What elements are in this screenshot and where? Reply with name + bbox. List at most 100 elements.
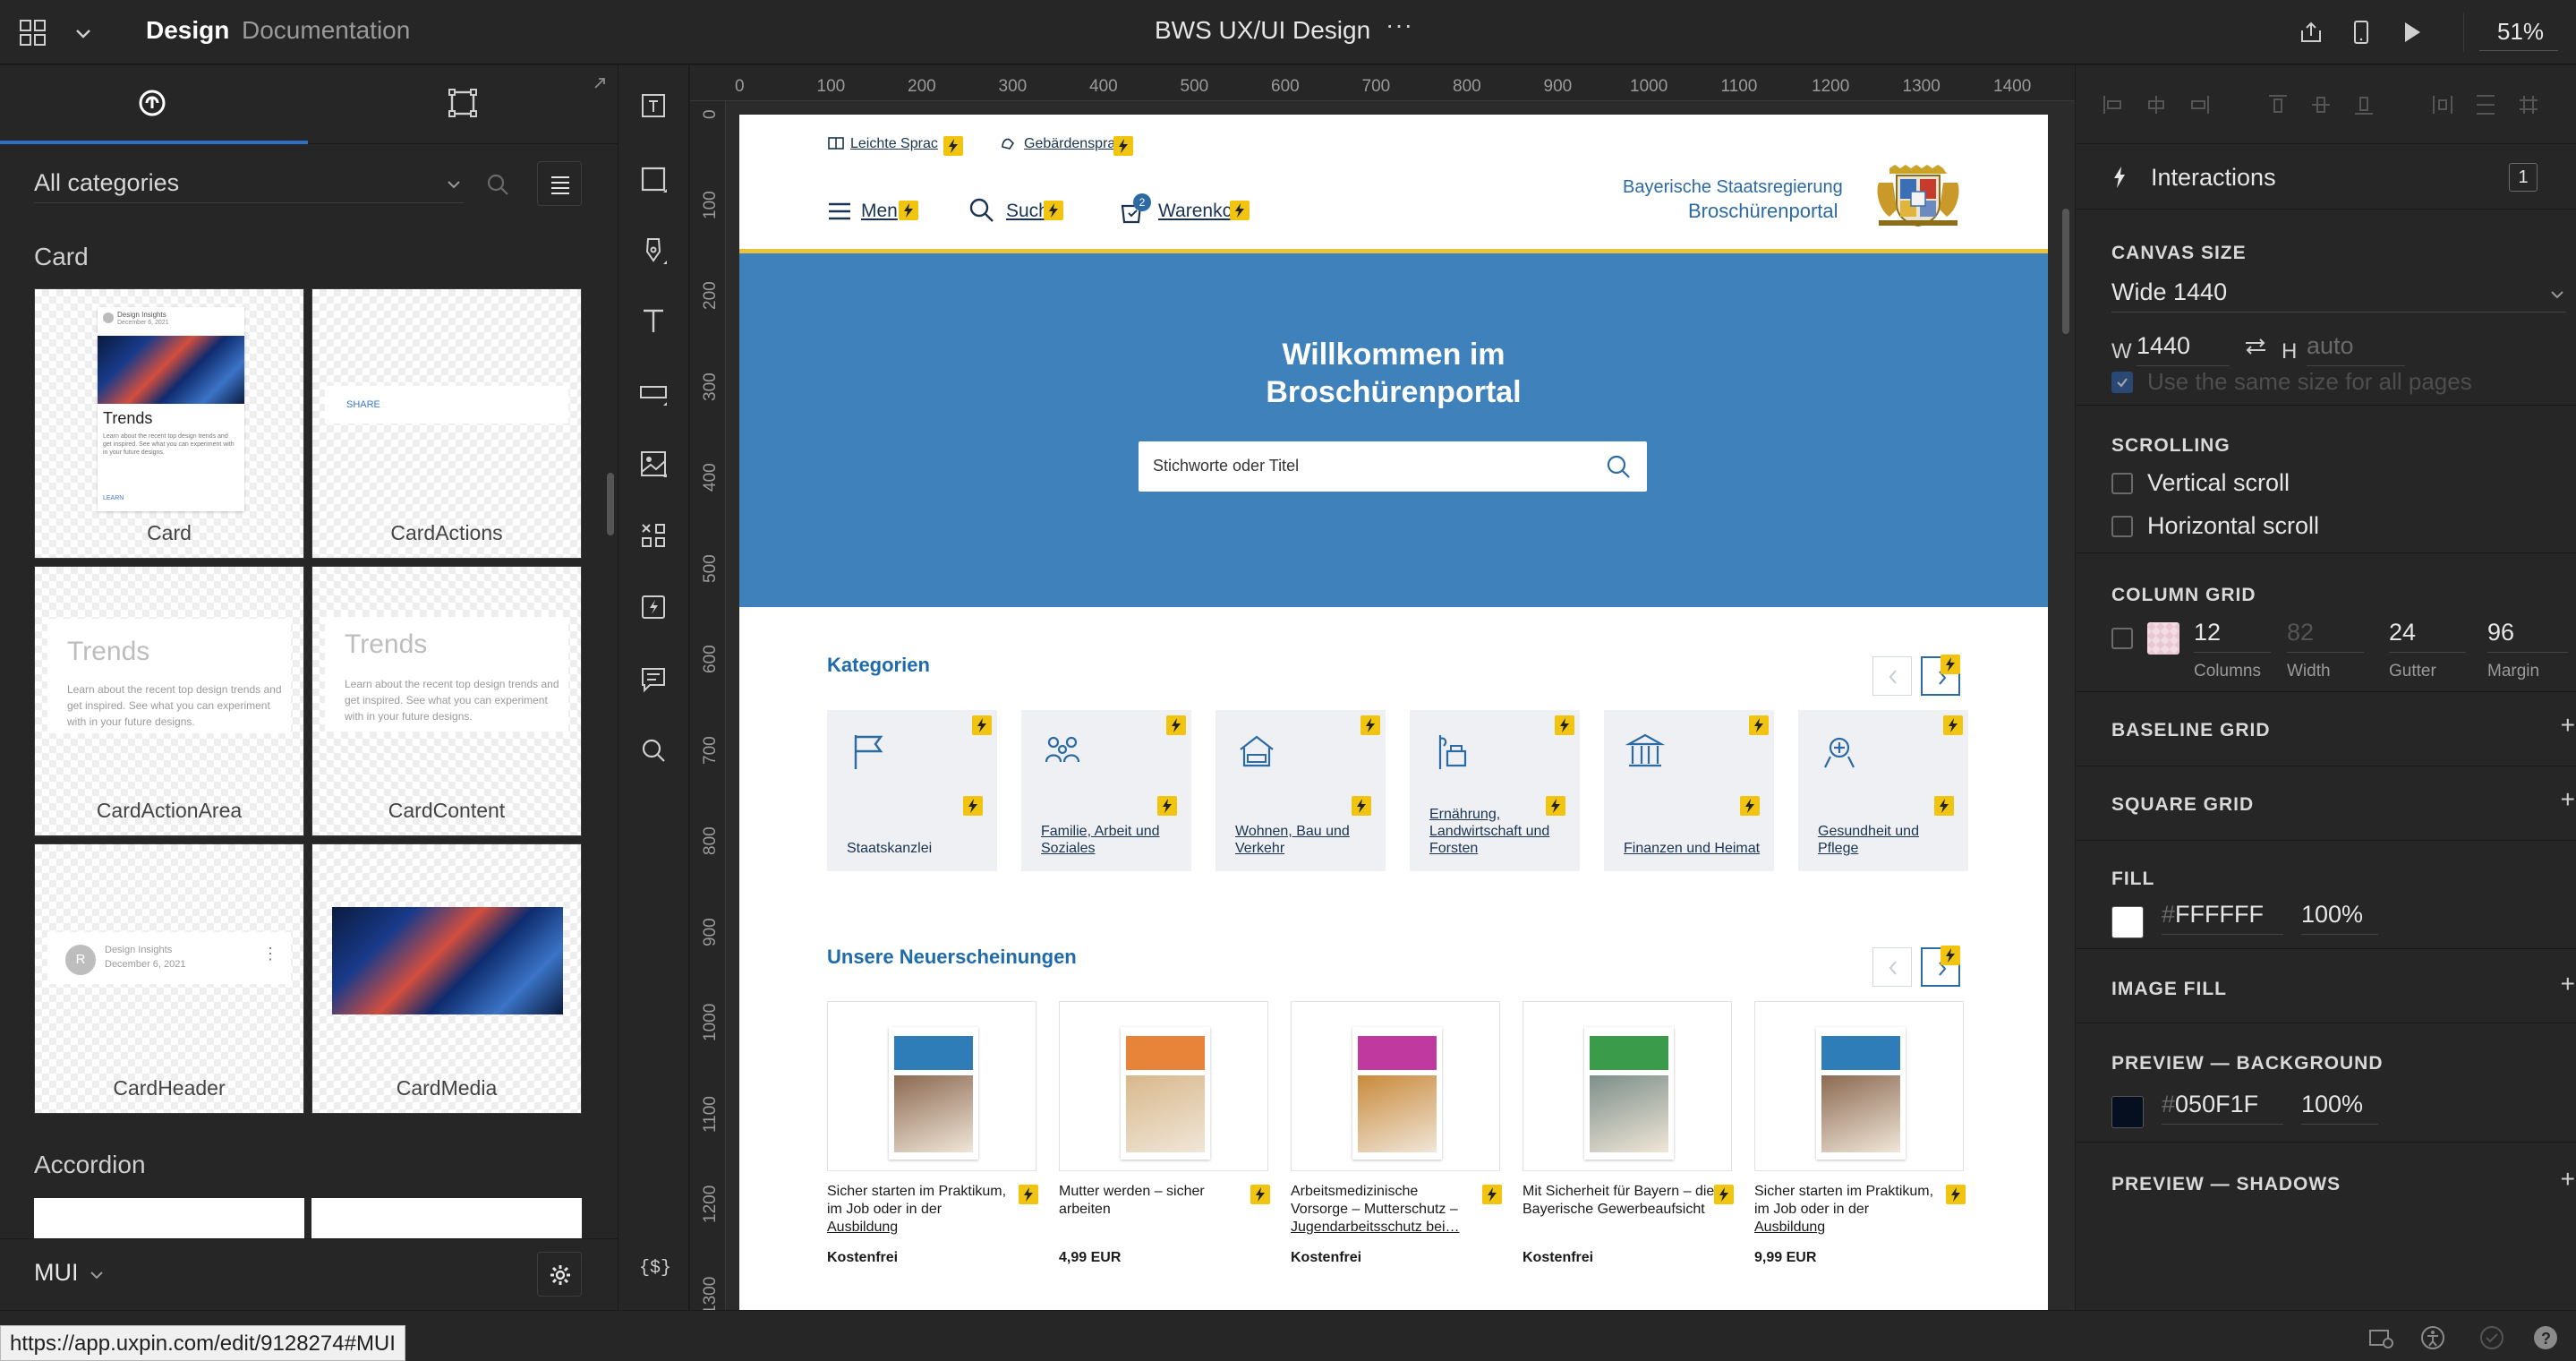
align-center-horizontal-icon[interactable] [2144, 92, 2169, 117]
category-card[interactable]: Wohnen, Bau und Verkehr [1215, 710, 1386, 871]
grid-color-swatch[interactable] [2147, 622, 2179, 655]
component-tile-cardmedia[interactable]: CardMedia [311, 843, 582, 1114]
component-tile-cardcontent[interactable]: Trends Learn about the recent top design… [311, 566, 582, 836]
apps-grid-icon[interactable] [18, 18, 48, 48]
component-tile-cardactionarea[interactable]: Trends Learn about the recent top design… [34, 566, 304, 836]
category-card[interactable]: Familie, Arbeit und Soziales [1021, 710, 1191, 871]
link-sign-language[interactable]: Gebärdenspra [1024, 136, 1115, 152]
square-grid-section[interactable]: SQUARE GRID + [2076, 767, 2576, 841]
variables-icon[interactable]: {$} [636, 1249, 670, 1283]
add-baseline-grid-button[interactable]: + [2561, 711, 2575, 740]
horizontal-scroll-checkbox[interactable] [2111, 516, 2133, 537]
component-tile-cardactions[interactable]: SHARE CardActions [311, 288, 582, 559]
device-preview-icon[interactable] [2347, 18, 2376, 47]
component-tile-card[interactable]: Design Insights December 6, 2021 Trends … [34, 288, 304, 559]
accessibility-icon[interactable] [2418, 1323, 2447, 1352]
distribute-horizontal-icon[interactable] [2430, 92, 2455, 117]
width-input[interactable]: 1440 [2137, 332, 2230, 366]
fill-opacity-input[interactable]: 100% [2301, 901, 2378, 935]
check-status-icon[interactable] [2478, 1323, 2506, 1352]
pen-tool-icon[interactable] [636, 234, 670, 268]
export-icon[interactable] [2297, 18, 2325, 47]
fill-hex-input[interactable]: #FFFFFF [2162, 901, 2283, 935]
vertical-scroll-checkbox[interactable] [2111, 473, 2133, 494]
margin-input[interactable]: 96 [2487, 619, 2568, 653]
align-center-vertical-icon[interactable] [2308, 92, 2333, 117]
publication-title[interactable]: Mutter werden – sicher arbeiten [1059, 1183, 1260, 1219]
help-icon[interactable]: ? [2531, 1323, 2560, 1352]
tab-design[interactable]: Design [146, 16, 229, 45]
chevron-down-icon[interactable] [72, 21, 95, 45]
comment-tool-icon[interactable] [636, 662, 670, 696]
category-card[interactable]: Gesundheit und Pflege [1798, 710, 1968, 871]
category-select[interactable]: All categories [34, 164, 464, 203]
interactions-section[interactable]: Interactions 1 [2076, 145, 2576, 210]
zoom-level[interactable]: 51% [2497, 18, 2544, 46]
publication-card[interactable]: Mit Sicherheit für Bayern – die Bayerisch… [1523, 1001, 1734, 1265]
carousel-prev-button[interactable] [1872, 656, 1912, 696]
document-title[interactable]: BWS UX/UI Design [1155, 16, 1370, 45]
publication-card[interactable]: Arbeitsmedizinische Vorsorge – Mutterschu… [1291, 1001, 1502, 1265]
publication-title[interactable]: Arbeitsmedizinische Vorsorge – Mutterschu… [1291, 1183, 1492, 1237]
carousel-next-button[interactable] [1921, 655, 1960, 696]
carousel-prev-button[interactable] [1872, 947, 1912, 987]
nav-cart[interactable]: Warenkc [1158, 201, 1232, 222]
preview-shadows-section[interactable]: PREVIEW — SHADOWS + [2076, 1143, 2576, 1197]
add-square-grid-button[interactable]: + [2561, 785, 2575, 814]
align-right-icon[interactable] [2187, 92, 2212, 117]
frame-tool-icon[interactable] [636, 89, 670, 123]
more-options-button[interactable]: ··· [1386, 11, 1413, 39]
columns-input[interactable]: 12 [2194, 619, 2271, 653]
preview-bg-opacity-input[interactable]: 100% [2301, 1091, 2378, 1125]
rectangle-tool-icon[interactable] [636, 162, 670, 196]
component-tile-accordion[interactable] [311, 1198, 582, 1238]
publication-card[interactable]: Mutter werden – sicher arbeiten 4,99 EUR [1059, 1001, 1270, 1265]
components-tool-icon[interactable] [636, 518, 670, 552]
component-tile-cardheader[interactable]: R Design Insights December 6, 2021 ⋮ Car… [34, 843, 304, 1114]
search-icon[interactable] [636, 733, 670, 767]
distribute-vertical-icon[interactable] [2473, 92, 2498, 117]
search-icon[interactable] [483, 170, 512, 199]
library-name[interactable]: MUI [34, 1259, 79, 1287]
tab-documentation[interactable]: Documentation [242, 16, 410, 45]
nav-menu[interactable]: Men [861, 201, 898, 222]
search-icon[interactable] [1604, 452, 1633, 481]
interactions-tool-icon[interactable] [636, 590, 670, 624]
scrollbar[interactable] [607, 473, 614, 535]
link-easy-language[interactable]: Leichte Sprac [850, 136, 938, 152]
nav-search[interactable]: Such [1006, 201, 1049, 222]
height-input[interactable]: auto [2307, 332, 2405, 366]
publication-title[interactable]: Mit Sicherheit für Bayern – die Bayerisch… [1523, 1183, 1724, 1219]
gutter-input[interactable]: 24 [2389, 619, 2466, 653]
swap-dimensions-icon[interactable] [2242, 336, 2269, 357]
align-bottom-icon[interactable] [2351, 92, 2376, 117]
settings-icon[interactable] [2367, 1323, 2395, 1352]
same-size-checkbox[interactable] [2111, 372, 2133, 393]
align-top-icon[interactable] [2265, 92, 2290, 117]
carousel-next-button[interactable] [1921, 946, 1960, 987]
canvas-size-select[interactable]: Wide 1440 [2111, 273, 2566, 312]
column-grid-checkbox[interactable] [2111, 628, 2133, 649]
fill-color-swatch[interactable] [2111, 906, 2144, 938]
component-tile-accordion[interactable] [34, 1198, 304, 1238]
baseline-grid-section[interactable]: BASELINE GRID + [2076, 693, 2576, 766]
library-settings-button[interactable] [537, 1252, 582, 1297]
category-card[interactable]: Finanzen und Heimat [1604, 710, 1774, 871]
align-left-icon[interactable] [2101, 92, 2126, 117]
publication-card[interactable]: Sicher starten im Praktikum, im Job oder … [827, 1001, 1038, 1265]
publication-title[interactable]: Sicher starten im Praktikum, im Job oder … [1754, 1183, 1956, 1237]
hero-search-field[interactable]: Stichworte oder Titel [1139, 441, 1647, 492]
category-card[interactable]: Staatskanzlei [827, 710, 997, 871]
design-page[interactable]: Leichte Sprac Gebärdenspra Men Such 2 Wa… [739, 115, 2048, 1310]
add-image-fill-button[interactable]: + [2561, 970, 2575, 998]
publication-title[interactable]: Sicher starten im Praktikum, im Job oder … [827, 1183, 1028, 1237]
image-tool-icon[interactable] [636, 447, 670, 481]
image-fill-section[interactable]: IMAGE FILL + [2076, 950, 2576, 1023]
libraries-tab-icon[interactable] [134, 85, 170, 121]
vertical-scrollbar[interactable] [2062, 209, 2069, 334]
add-preview-shadow-button[interactable]: + [2561, 1165, 2575, 1194]
preview-bg-color-swatch[interactable] [2111, 1096, 2144, 1128]
chevron-down-icon[interactable] [88, 1266, 106, 1284]
list-view-button[interactable] [537, 161, 582, 206]
text-tool-icon[interactable] [636, 304, 670, 338]
